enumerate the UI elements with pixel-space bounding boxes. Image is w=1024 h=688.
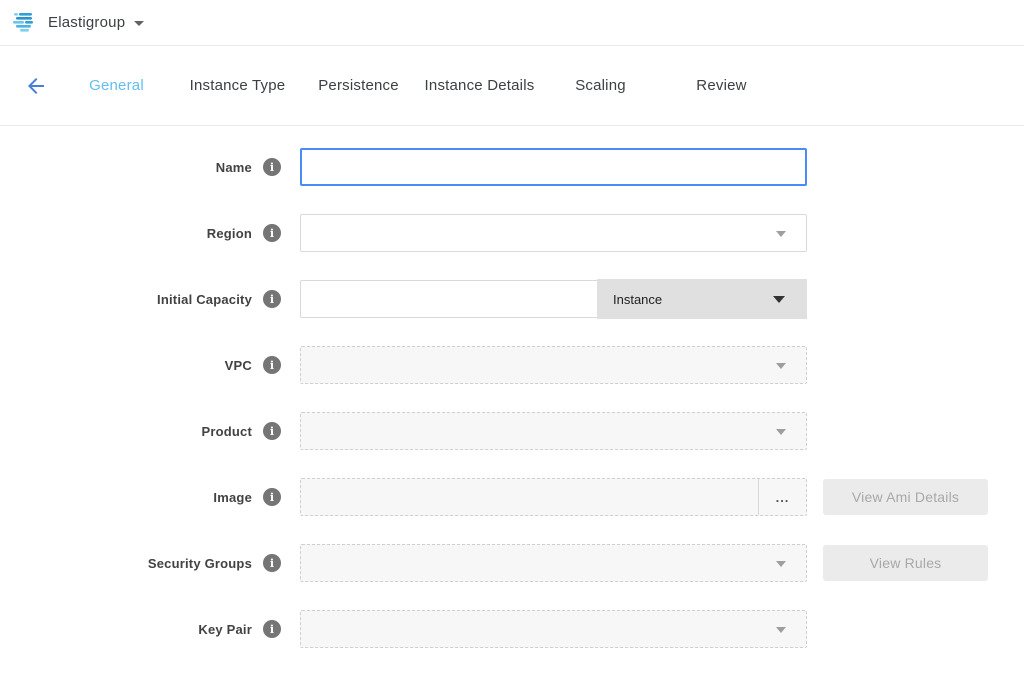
wizard-tab-bar: General Instance Type Persistence Instan… [0, 46, 1024, 126]
app-switcher-caret-icon[interactable] [134, 21, 144, 26]
product-label: Product [201, 424, 252, 439]
product-row: Product i [0, 412, 1024, 450]
info-icon[interactable]: i [263, 224, 281, 242]
info-icon[interactable]: i [263, 356, 281, 374]
capacity-unit-value: Instance [613, 292, 662, 307]
name-row: Name i [0, 148, 1024, 186]
vpc-label: VPC [225, 358, 252, 373]
info-icon[interactable]: i [263, 422, 281, 440]
tab-general[interactable]: General [56, 77, 177, 94]
region-label: Region [207, 226, 252, 241]
app-name: Elastigroup [48, 14, 125, 31]
view-ami-details-button: View Ami Details [823, 479, 988, 515]
chevron-down-icon [776, 231, 786, 237]
initial-capacity-label: Initial Capacity [157, 292, 252, 307]
name-label: Name [216, 160, 252, 175]
chevron-down-icon [776, 363, 786, 369]
chevron-down-icon [776, 627, 786, 633]
vpc-select [300, 346, 807, 384]
image-label: Image [213, 490, 252, 505]
vpc-row: VPC i [0, 346, 1024, 384]
region-row: Region i [0, 214, 1024, 252]
chevron-down-icon [776, 429, 786, 435]
initial-capacity-input[interactable] [300, 280, 597, 318]
info-icon[interactable]: i [263, 290, 281, 308]
region-select[interactable] [300, 214, 807, 252]
back-button[interactable] [16, 74, 56, 98]
security-groups-select [300, 544, 807, 582]
chevron-down-icon [776, 561, 786, 567]
key-pair-row: Key Pair i [0, 610, 1024, 648]
chevron-down-icon [773, 296, 785, 303]
info-icon[interactable]: i [263, 488, 281, 506]
image-input: ... [300, 478, 807, 516]
back-arrow-icon [24, 74, 48, 98]
key-pair-select [300, 610, 807, 648]
general-form: Name i Region i Initial Capacity i [0, 126, 1024, 648]
initial-capacity-row: Initial Capacity i Instance [0, 280, 1024, 318]
top-header: Elastigroup [0, 0, 1024, 46]
name-input[interactable] [300, 148, 807, 186]
image-browse-button: ... [758, 479, 806, 515]
capacity-unit-select[interactable]: Instance [597, 279, 807, 319]
view-rules-button: View Rules [823, 545, 988, 581]
tab-review[interactable]: Review [661, 77, 782, 94]
security-groups-row: Security Groups i View Rules [0, 544, 1024, 582]
info-icon[interactable]: i [263, 158, 281, 176]
key-pair-label: Key Pair [198, 622, 252, 637]
tabs: General Instance Type Persistence Instan… [56, 77, 782, 94]
image-row: Image i ... View Ami Details [0, 478, 1024, 516]
tab-instance-details[interactable]: Instance Details [419, 77, 540, 94]
tab-instance-type[interactable]: Instance Type [177, 77, 298, 94]
elastigroup-logo-icon [12, 11, 39, 35]
security-groups-label: Security Groups [148, 556, 252, 571]
product-select [300, 412, 807, 450]
tab-scaling[interactable]: Scaling [540, 77, 661, 94]
info-icon[interactable]: i [263, 554, 281, 572]
info-icon[interactable]: i [263, 620, 281, 638]
tab-persistence[interactable]: Persistence [298, 77, 419, 94]
